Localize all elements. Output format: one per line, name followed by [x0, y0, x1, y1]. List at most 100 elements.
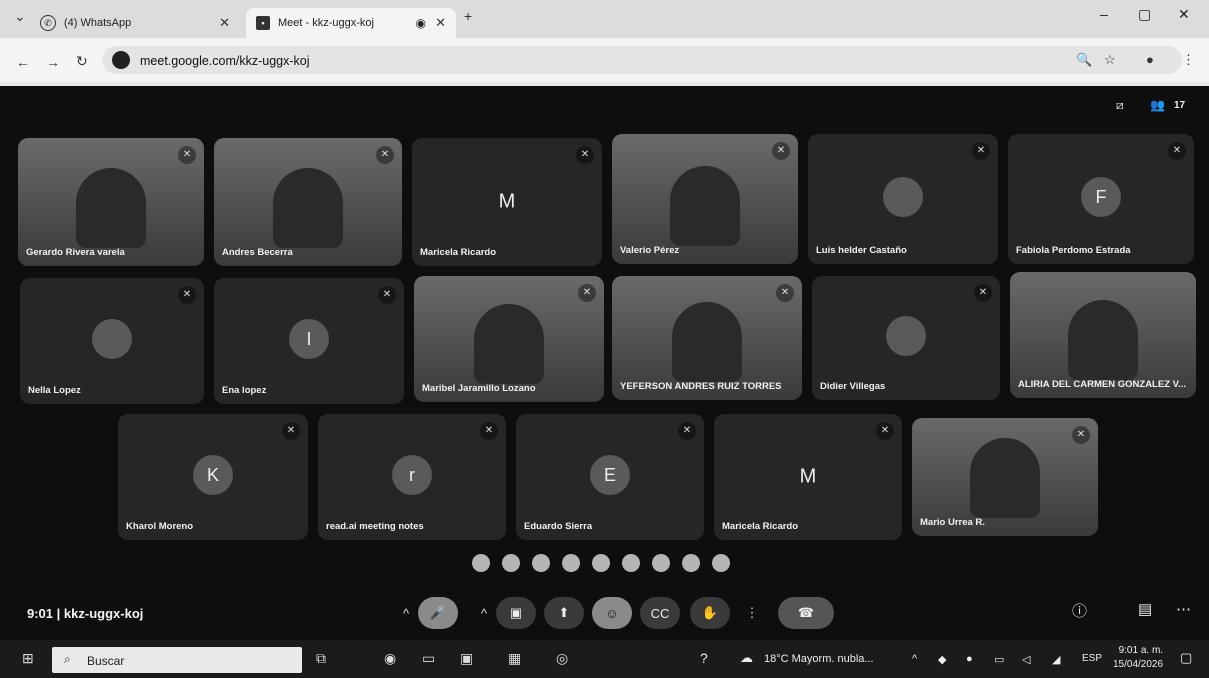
participant-count[interactable]: 17	[1174, 100, 1185, 111]
participant-name: YEFERSON ANDRES RUIZ TORRES	[620, 381, 782, 392]
mic-options-chevron-icon[interactable]: ^	[396, 597, 416, 629]
mic-tray-icon[interactable]: ●	[966, 653, 973, 665]
camera-button[interactable]: ▣	[496, 597, 536, 629]
url-text[interactable]: meet.google.com/kkz-uggx-koj	[140, 54, 310, 68]
taskbar-clock[interactable]: 9:01 a. m. 15/04/2026	[1113, 644, 1163, 672]
cast-icon[interactable]: ⧄	[1116, 98, 1124, 113]
camera-options-chevron-icon[interactable]: ^	[474, 597, 494, 629]
store-icon[interactable]: ▣	[460, 650, 473, 667]
captions-button[interactable]: CC	[640, 597, 680, 629]
muted-mic-icon: ✕	[480, 422, 498, 440]
laugh-reaction-icon[interactable]	[592, 554, 610, 572]
chat-icon[interactable]: ▤	[1138, 600, 1152, 618]
maximize-icon[interactable]: ▢	[1138, 6, 1151, 23]
muted-mic-icon: ✕	[178, 286, 196, 304]
battery-icon[interactable]: ▭	[994, 653, 1004, 666]
task-view-icon[interactable]: ⧉	[316, 650, 326, 667]
edge-icon[interactable]: ◉	[384, 650, 396, 667]
participant-name: Maribel Jaramillo Lozano	[422, 383, 536, 394]
muted-mic-icon: ✕	[578, 284, 596, 302]
tab-search-icon[interactable]: ⌄	[14, 8, 26, 25]
participant-tile[interactable]: E ✕ Eduardo Sierra	[516, 414, 704, 540]
search-placeholder: Buscar	[87, 654, 125, 668]
tab-title: (4) WhatsApp	[64, 17, 132, 29]
raise-hand-button[interactable]: ✋	[690, 597, 730, 629]
heart-reaction-icon[interactable]	[472, 554, 490, 572]
participant-tile[interactable]: K ✕ Kharol Moreno	[118, 414, 308, 540]
participant-video	[474, 304, 544, 384]
menu-icon[interactable]: ⋮	[1182, 52, 1195, 68]
close-tab-icon[interactable]: ✕	[435, 15, 446, 31]
participant-name: Didier Villegas	[820, 381, 886, 392]
participant-tile[interactable]: ✕ YEFERSON ANDRES RUIZ TORRES	[612, 276, 802, 400]
participant-tile[interactable]: ✕ Andres Becerra	[214, 138, 402, 266]
meeting-info-icon[interactable]: ⓘ	[1072, 600, 1087, 621]
clock-date: 15/04/2026	[1113, 659, 1164, 670]
participant-tile[interactable]: ✕ Luis helder Castaño	[808, 134, 998, 264]
site-info-icon[interactable]	[112, 51, 130, 69]
help-icon[interactable]: ?	[700, 650, 708, 666]
participant-tile[interactable]: ✕ Gerardo Rivera varela	[18, 138, 204, 266]
people-icon[interactable]: 👥	[1150, 98, 1165, 112]
participant-tile[interactable]: ✕ Valerio Pérez	[612, 134, 798, 264]
participant-name: Nella Lopez	[28, 385, 81, 396]
weather-icon: ☁	[740, 650, 753, 665]
meet-icon: ▪	[256, 16, 270, 30]
meeting-time: 9:01	[27, 606, 54, 621]
surprised-reaction-icon[interactable]	[622, 554, 640, 572]
tray-app-icon[interactable]: ◆	[938, 653, 946, 666]
mic-off-button[interactable]: 🎤	[418, 597, 458, 629]
activities-icon[interactable]: ⋯	[1176, 600, 1191, 618]
muted-mic-icon: ✕	[1168, 142, 1186, 160]
participant-avatar: E	[590, 455, 630, 495]
participant-tile[interactable]: F ✕ Fabiola Perdomo Estrada	[1008, 134, 1194, 264]
sad-reaction-icon[interactable]	[652, 554, 670, 572]
notifications-icon[interactable]: ▢	[1180, 650, 1192, 666]
close-tab-icon[interactable]: ✕	[219, 15, 230, 31]
app-icon[interactable]: ▦	[508, 650, 521, 667]
profile-icon[interactable]: ●	[1146, 52, 1154, 67]
wifi-icon[interactable]: ◢	[1052, 653, 1060, 666]
participant-tile[interactable]: I ✕ Ena lopez	[214, 278, 404, 404]
thinking-reaction-icon[interactable]	[682, 554, 700, 572]
participant-tile[interactable]: M ✕ Maricela Ricardo	[714, 414, 902, 540]
file-explorer-icon[interactable]: ▭	[422, 650, 435, 667]
more-options-icon[interactable]: ⋮	[742, 597, 762, 629]
leave-call-button[interactable]: ☎	[778, 597, 834, 629]
language-indicator[interactable]: ESP	[1082, 653, 1102, 664]
windows-start-icon[interactable]: ⊞	[22, 650, 34, 667]
participant-tile[interactable]: M ✕ Maricela Ricardo	[412, 138, 602, 266]
tray-expand-icon[interactable]: ^	[912, 653, 917, 665]
participant-video	[970, 438, 1040, 518]
muted-mic-icon: ✕	[678, 422, 696, 440]
participant-tile[interactable]: ALIRIA DEL CARMEN GONZALEZ V...	[1010, 272, 1196, 398]
recording-icon: ◉	[415, 16, 426, 30]
bookmark-star-icon[interactable]: ☆	[1104, 52, 1116, 68]
close-window-icon[interactable]: ✕	[1178, 6, 1190, 23]
participant-tile[interactable]: ✕ Mario Urrea R.	[912, 418, 1098, 536]
forward-icon[interactable]: →	[46, 54, 60, 70]
new-tab-icon[interactable]: +	[464, 8, 472, 24]
minimize-icon[interactable]: –	[1100, 6, 1108, 22]
reload-icon[interactable]: ↻	[76, 53, 88, 70]
participant-initial: M	[799, 465, 817, 488]
participant-tile[interactable]: r ✕ read.ai meeting notes	[318, 414, 506, 540]
chrome-icon[interactable]: ◎	[556, 650, 568, 667]
participant-tile[interactable]: ✕ Nella Lopez	[20, 278, 204, 404]
volume-icon[interactable]: ◁	[1022, 653, 1030, 666]
weather-text[interactable]: 18°C Mayorm. nubla...	[764, 653, 874, 665]
zoom-icon[interactable]: 🔍	[1076, 52, 1092, 68]
back-icon[interactable]: ←	[16, 54, 30, 70]
participant-tile[interactable]: ✕ Didier Villegas	[812, 276, 1000, 400]
tab-whatsapp[interactable]: ✆ (4) WhatsApp ✕	[40, 8, 240, 38]
emoji-reactions-button[interactable]: ☺	[592, 597, 632, 629]
reactions-bar	[472, 554, 730, 572]
clap-reaction-icon[interactable]	[562, 554, 580, 572]
participant-tile[interactable]: ✕ Maribel Jaramillo Lozano	[414, 276, 604, 402]
present-screen-button[interactable]: ⬆	[544, 597, 584, 629]
thumbs-up-reaction-icon[interactable]	[502, 554, 520, 572]
participant-video	[670, 166, 740, 246]
party-reaction-icon[interactable]	[532, 554, 550, 572]
thumbs-down-reaction-icon[interactable]	[712, 554, 730, 572]
tab-meet[interactable]: ▪ Meet - kkz-uggx-koj ◉ ✕	[246, 8, 456, 38]
